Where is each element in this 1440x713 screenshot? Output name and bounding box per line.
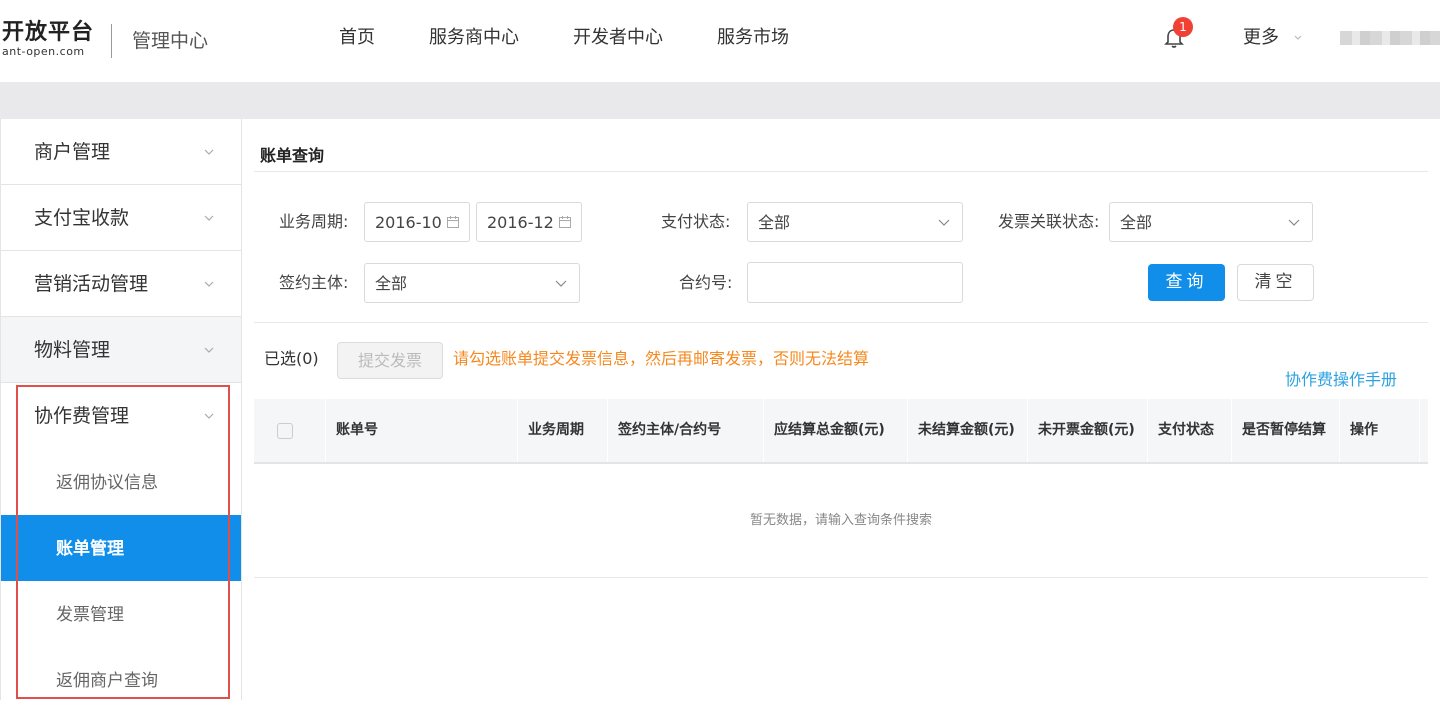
table-header-cell: 未开票金额(元) <box>1038 399 1148 462</box>
nav-service-market[interactable]: 服务市场 <box>717 26 789 50</box>
contract-no-label: 合约号: <box>679 273 733 292</box>
clear-button[interactable]: 清空 <box>1237 264 1314 301</box>
sidebar-subitem-rebate-agreement[interactable]: 返佣协议信息 <box>1 449 241 515</box>
period-start-value: 2016-10 <box>375 213 442 232</box>
select-all-checkbox[interactable] <box>277 423 293 439</box>
table-header-cell: 操作 <box>1350 399 1420 462</box>
chevron-down-icon <box>1294 35 1302 40</box>
table-header-cell: 业务周期 <box>528 399 608 462</box>
sidebar-subitem-label: 返佣商户查询 <box>56 671 158 691</box>
user-account-blurred[interactable] <box>1340 31 1440 45</box>
bill-table: 账单号 业务周期 签约主体/合约号 应结算总金额(元) 未结算金额(元) 未开票… <box>254 399 1428 579</box>
sidebar-item-marketing[interactable]: 营销活动管理 <box>1 251 241 317</box>
center-title: 管理中心 <box>132 30 209 52</box>
chevron-down-icon <box>938 219 950 226</box>
query-button[interactable]: 查询 <box>1148 264 1225 301</box>
period-end-value: 2016-12 <box>487 213 554 232</box>
calendar-icon <box>447 216 459 228</box>
operation-manual-link[interactable]: 协作费操作手册 <box>1285 369 1397 391</box>
sidebar-item-label: 协作费管理 <box>34 405 130 427</box>
header-spacer-band <box>0 82 1440 119</box>
logo-domain: ant-open.com <box>2 45 85 58</box>
divider <box>254 171 1428 172</box>
sidebar-item-label: 支付宝收款 <box>34 207 130 229</box>
contract-entity-select[interactable]: 全部 <box>364 263 580 303</box>
sidebar-item-alipay-collection[interactable]: 支付宝收款 <box>1 185 241 251</box>
selected-count: 已选(0) <box>264 349 319 368</box>
table-header-cell: 应结算总金额(元) <box>774 399 908 462</box>
period-label: 业务周期: <box>279 212 349 231</box>
top-nav: 首页 服务商中心 开发者中心 服务市场 <box>339 26 843 50</box>
sidebar-item-merchant[interactable]: 商户管理 <box>1 119 241 185</box>
table-header-cell: 未结算金额(元) <box>918 399 1028 462</box>
sidebar: 商户管理 支付宝收款 营销活动管理 物料管理 协作费管理 返佣协议信息 账单管理… <box>0 119 242 700</box>
chevron-down-icon <box>204 347 214 353</box>
top-header: 开放平台 ant-open.com 管理中心 首页 服务商中心 开发者中心 服务… <box>0 0 1440 82</box>
table-header: 账单号 业务周期 签约主体/合约号 应结算总金额(元) 未结算金额(元) 未开票… <box>254 399 1428 464</box>
period-end-picker[interactable]: 2016-12 <box>476 202 582 242</box>
chevron-down-icon <box>204 215 214 221</box>
table-header-cell: 签约主体/合约号 <box>618 399 764 462</box>
nav-home[interactable]: 首页 <box>339 26 375 50</box>
sidebar-item-label: 营销活动管理 <box>34 273 149 295</box>
sidebar-item-label: 物料管理 <box>34 339 111 361</box>
logo[interactable]: 开放平台 ant-open.com <box>2 20 94 58</box>
sidebar-item-label: 商户管理 <box>34 141 111 163</box>
pay-status-select[interactable]: 全部 <box>747 202 963 242</box>
nav-provider-center[interactable]: 服务商中心 <box>429 26 519 50</box>
divider <box>254 577 1428 578</box>
logo-divider <box>111 24 112 58</box>
sidebar-item-materials[interactable]: 物料管理 <box>1 317 241 383</box>
chevron-down-icon <box>555 280 567 287</box>
nav-developer-center[interactable]: 开发者中心 <box>573 26 663 50</box>
contract-entity-value: 全部 <box>375 274 408 293</box>
table-header-select-cell <box>254 399 326 462</box>
sidebar-subitem-label: 账单管理 <box>56 539 124 559</box>
submit-invoice-button[interactable]: 提交发票 <box>337 342 443 379</box>
warning-message: 请勾选账单提交发票信息，然后再邮寄发票，否则无法结算 <box>453 349 870 368</box>
chevron-down-icon <box>1288 219 1300 226</box>
invoice-status-label: 发票关联状态: <box>998 212 1100 231</box>
chevron-down-icon <box>204 281 214 287</box>
sidebar-item-collaboration-fee[interactable]: 协作费管理 <box>1 383 241 449</box>
sidebar-subitem-invoice-management[interactable]: 发票管理 <box>1 581 241 647</box>
logo-title: 开放平台 <box>2 20 95 45</box>
calendar-icon <box>559 216 571 228</box>
main-content: 账单查询 业务周期: 2016-10 2016-12 支付状态: 全部 发票关联… <box>242 119 1440 700</box>
invoice-status-select[interactable]: 全部 <box>1109 202 1313 242</box>
table-empty-message: 暂无数据，请输入查询条件搜索 <box>749 513 932 528</box>
chevron-down-icon <box>204 413 214 419</box>
sidebar-subitem-label: 发票管理 <box>56 605 124 625</box>
table-header-cell: 是否暂停结算 <box>1242 399 1340 462</box>
invoice-status-value: 全部 <box>1120 213 1153 232</box>
table-header-cell: 支付状态 <box>1158 399 1232 462</box>
notification-badge: 1 <box>1173 17 1193 37</box>
period-start-picker[interactable]: 2016-10 <box>364 202 470 242</box>
sidebar-subitem-bill-management[interactable]: 账单管理 <box>1 515 241 581</box>
pay-status-label: 支付状态: <box>661 212 731 231</box>
table-header-cell: 账单号 <box>336 399 518 462</box>
divider <box>254 322 1428 323</box>
contract-no-input[interactable] <box>747 262 963 303</box>
more-menu[interactable]: 更多 <box>1243 26 1279 50</box>
page-title: 账单查询 <box>260 146 325 165</box>
pay-status-value: 全部 <box>758 213 791 232</box>
chevron-down-icon <box>204 149 214 155</box>
sidebar-subitem-rebate-merchant-query[interactable]: 返佣商户查询 <box>1 647 241 713</box>
sidebar-subitem-label: 返佣协议信息 <box>56 473 158 493</box>
contract-entity-label: 签约主体: <box>279 273 349 292</box>
